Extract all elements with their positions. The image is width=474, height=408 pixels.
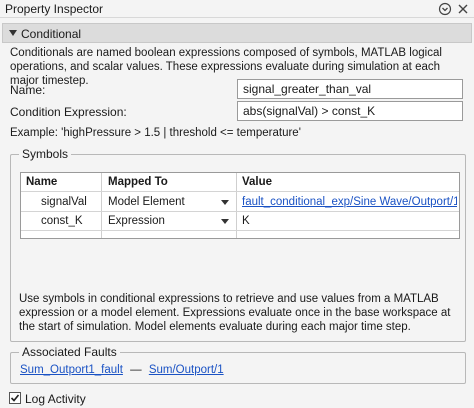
close-icon[interactable] — [456, 2, 470, 16]
column-header-mapped-to[interactable]: Mapped To — [108, 173, 168, 192]
port-link[interactable]: Sum/Outport/1 — [149, 364, 224, 376]
log-activity-checkbox[interactable] — [9, 392, 21, 404]
name-input[interactable] — [237, 79, 463, 99]
help-circle-down-icon[interactable] — [438, 2, 452, 16]
value-cell[interactable]: K — [242, 212, 250, 231]
conditional-section-header[interactable]: Conditional — [2, 23, 472, 43]
mapped-to-dropdown[interactable]: Model Element — [108, 193, 185, 212]
name-label: Name: — [10, 83, 46, 97]
log-activity-label: Log Activity — [25, 392, 86, 406]
window-title: Property Inspector — [5, 2, 104, 16]
checkmark-icon — [10, 394, 20, 402]
example-text: Example: 'highPressure > 1.5 | threshold… — [10, 127, 301, 139]
dropdown-arrow-icon[interactable] — [221, 200, 229, 205]
symbols-help-text: Use symbols in conditional expressions t… — [19, 293, 451, 333]
symbol-name-cell[interactable]: const_K — [41, 212, 83, 231]
dropdown-arrow-icon[interactable] — [221, 219, 229, 224]
chevron-down-icon — [9, 30, 17, 36]
symbols-table: Name Mapped To Value signalVal Model Ele… — [20, 172, 460, 239]
fault-separator: — — [130, 364, 142, 376]
table-header-row: Name Mapped To Value — [21, 173, 459, 192]
symbols-group: Symbols Name Mapped To Value signalVal M… — [10, 147, 466, 342]
value-link[interactable]: fault_conditional_exp/Sine Wave/Outport/… — [242, 193, 457, 212]
table-row[interactable]: signalVal Model Element fault_conditiona… — [21, 193, 459, 212]
fault-link[interactable]: Sum_Outport1_fault — [20, 364, 123, 376]
symbols-group-title: Symbols — [19, 147, 72, 161]
column-header-value[interactable]: Value — [242, 173, 272, 192]
associated-faults-title: Associated Faults — [19, 345, 120, 359]
section-title: Conditional — [21, 27, 82, 41]
table-row[interactable]: const_K Expression K — [21, 212, 459, 231]
associated-faults-row: Sum_Outport1_fault — Sum/Outport/1 — [20, 364, 224, 376]
associated-faults-group: Associated Faults Sum_Outport1_fault — S… — [10, 345, 466, 384]
condition-expression-input[interactable] — [237, 101, 463, 121]
condition-expression-label: Condition Expression: — [10, 105, 127, 119]
title-bar: Property Inspector — [0, 0, 474, 18]
mapped-to-dropdown[interactable]: Expression — [108, 212, 165, 231]
symbol-name-cell[interactable]: signalVal — [41, 193, 87, 212]
column-header-name[interactable]: Name — [26, 173, 57, 192]
